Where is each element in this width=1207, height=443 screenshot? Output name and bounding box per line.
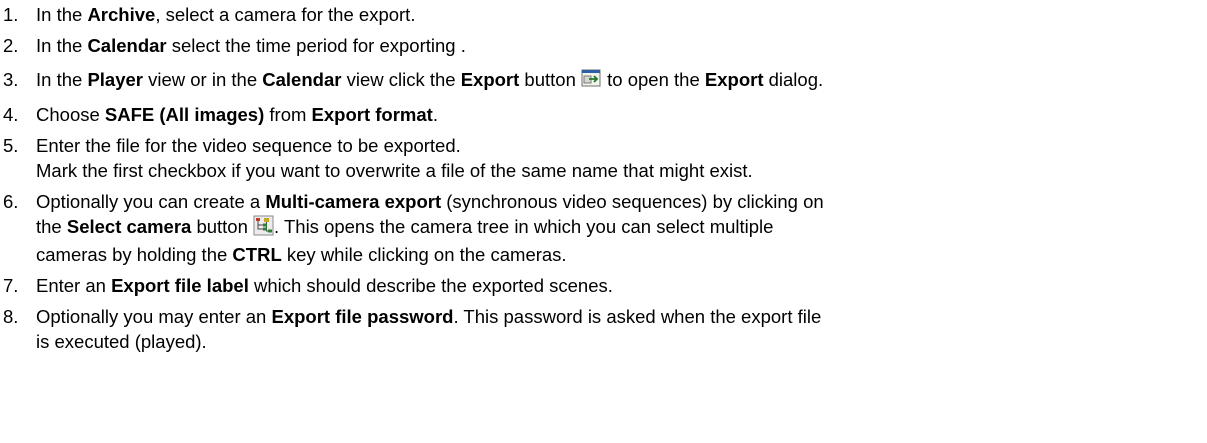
step-number: 6.: [3, 191, 19, 212]
step-text: Choose SAFE (All images) from Export for…: [36, 104, 438, 125]
step-2: 2. In the Calendar select the time perio…: [0, 33, 1207, 58]
step-text: the Select camera button . This opens th…: [36, 214, 1207, 242]
step-number: 2.: [3, 35, 19, 56]
step-text: Enter an Export file label which should …: [36, 275, 613, 296]
step-1: 1. In the Archive, select a camera for t…: [0, 2, 1207, 27]
step-text: In the Calendar select the time period f…: [36, 35, 466, 56]
step-text: cameras by holding the CTRL key while cl…: [36, 244, 567, 265]
step-3: 3. In the Player view or in the Calendar…: [0, 67, 1207, 95]
step-5: 5. Enter the file for the video sequence…: [0, 133, 1207, 183]
step-number: 3.: [3, 69, 19, 90]
step-8: 8. Optionally you may enter an Export fi…: [0, 304, 1207, 354]
step-6: 6. Optionally you can create a Multi-cam…: [0, 189, 1207, 267]
step-4: 4. Choose SAFE (All images) from Export …: [0, 102, 1207, 127]
step-7: 7. Enter an Export file label which shou…: [0, 273, 1207, 298]
step-text: In the Player view or in the Calendar vi…: [36, 67, 1207, 95]
step-text: In the Archive, select a camera for the …: [36, 4, 416, 25]
step-text: Mark the first checkbox if you want to o…: [36, 160, 753, 181]
step-number: 1.: [3, 4, 19, 25]
step-text: Optionally you can create a Multi-camera…: [36, 191, 824, 212]
instruction-list: 1. In the Archive, select a camera for t…: [0, 0, 1207, 354]
step-number: 8.: [3, 306, 19, 327]
export-icon: [581, 68, 602, 95]
step-text: is executed (played).: [36, 331, 207, 352]
camera-tree-icon: [253, 215, 274, 242]
step-number: 4.: [3, 104, 19, 125]
step-number: 7.: [3, 275, 19, 296]
step-text: Optionally you may enter an Export file …: [36, 306, 822, 327]
step-text: Enter the file for the video sequence to…: [36, 135, 461, 156]
step-number: 5.: [3, 135, 19, 156]
